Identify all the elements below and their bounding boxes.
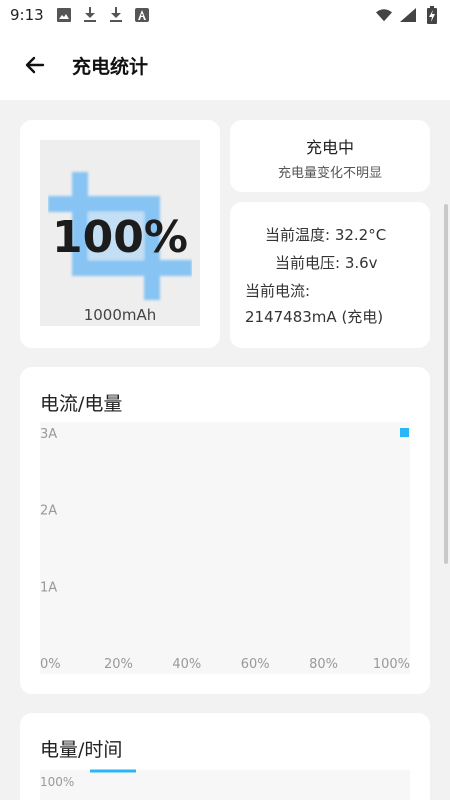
battery-visual: 100% 1000mAh bbox=[40, 140, 200, 326]
charge-status-title: 充电中 bbox=[305, 138, 354, 157]
scrollbar[interactable] bbox=[444, 204, 448, 564]
current-value: 2147483mA (充电) bbox=[245, 308, 384, 326]
voltage-text: 当前电压: 3.6v bbox=[275, 254, 378, 272]
x-tick-label: 40% bbox=[172, 657, 201, 672]
chart-title: 电流/电量 bbox=[40, 393, 123, 415]
current-label: 当前电流: bbox=[245, 282, 311, 300]
data-point bbox=[400, 428, 409, 437]
download-icon bbox=[108, 7, 124, 23]
back-button[interactable] bbox=[0, 30, 70, 100]
content-area: 100% 1000mAh 充电中 充电量变化不明显 当前温度: 32.2°C 当… bbox=[0, 100, 450, 800]
y-tick-label: 100% bbox=[40, 775, 74, 789]
font-icon bbox=[134, 7, 150, 23]
image-icon bbox=[56, 7, 72, 23]
chart-title: 电量/时间 bbox=[40, 739, 123, 761]
notification-icons bbox=[56, 7, 150, 23]
battery-info-card: 当前温度: 32.2°C 当前电压: 3.6v 当前电流: 2147483mA … bbox=[230, 202, 430, 348]
status-bar: 9:13 bbox=[0, 0, 450, 30]
charge-status-card: 充电中 充电量变化不明显 bbox=[230, 120, 430, 192]
power-time-chart-card: 电量/时间 100% bbox=[20, 713, 430, 800]
x-tick-label: 80% bbox=[309, 657, 338, 672]
signal-icon bbox=[400, 7, 416, 23]
x-tick-label: 0% bbox=[40, 657, 61, 672]
page-title: 充电统计 bbox=[72, 55, 149, 78]
y-tick-label: 2A bbox=[40, 504, 57, 519]
battery-charging-icon bbox=[424, 6, 440, 24]
current-power-chart-card: 电流/电量 1A 2A 3A 0% 20% 40% 60% 80% 100% bbox=[20, 367, 430, 694]
wifi-icon bbox=[376, 7, 392, 23]
app-bar: 充电统计 bbox=[0, 30, 450, 100]
x-tick-label: 20% bbox=[104, 657, 133, 672]
charge-status-subtitle: 充电量变化不明显 bbox=[277, 166, 382, 181]
y-tick-label: 3A bbox=[40, 427, 57, 442]
status-time: 9:13 bbox=[10, 6, 44, 24]
y-tick-label: 1A bbox=[40, 580, 57, 595]
download-icon bbox=[82, 7, 98, 23]
battery-card: 100% 1000mAh bbox=[20, 120, 220, 348]
battery-capacity: 1000mAh bbox=[83, 306, 157, 324]
battery-percent: 100% bbox=[52, 212, 188, 263]
x-tick-label: 60% bbox=[241, 657, 270, 672]
system-icons bbox=[376, 6, 440, 24]
current-power-chart: 1A 2A 3A 0% 20% 40% 60% 80% 100% bbox=[40, 422, 410, 674]
arrow-left-icon bbox=[25, 56, 45, 74]
power-time-chart: 100% bbox=[40, 769, 410, 800]
temperature-text: 当前温度: 32.2°C bbox=[265, 226, 387, 244]
x-tick-label: 100% bbox=[373, 657, 410, 672]
